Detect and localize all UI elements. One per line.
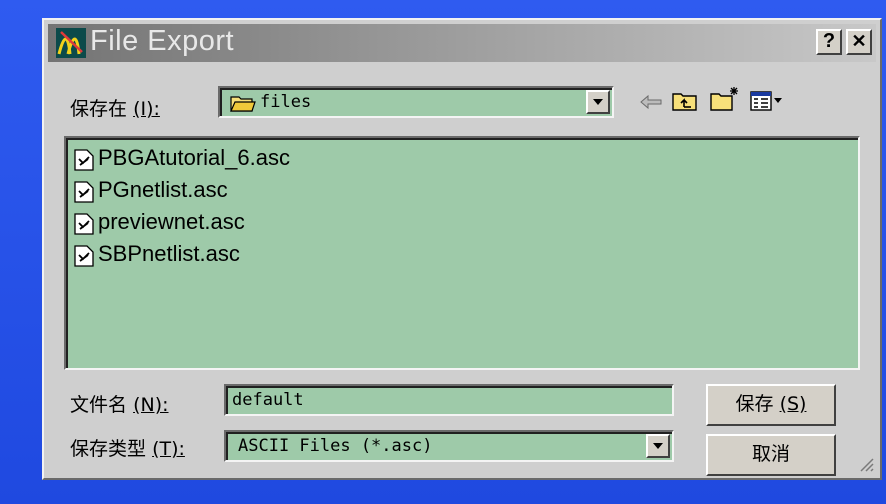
file-name: SBPnetlist.asc <box>98 241 240 266</box>
filetype-accel: (T): <box>152 438 185 460</box>
resize-grip-icon[interactable] <box>858 456 874 472</box>
app-logo-icon <box>56 28 86 58</box>
file-icon <box>74 245 94 267</box>
file-icon <box>74 181 94 203</box>
cancel-button[interactable]: 取消 <box>706 434 836 476</box>
window-title: File Export <box>90 25 235 57</box>
filetype-select[interactable]: ASCII Files (*.asc) <box>224 430 674 462</box>
filename-value: default <box>232 390 304 410</box>
save-in-label-text: 保存在 <box>70 98 128 120</box>
filename-input[interactable]: default <box>224 384 674 416</box>
file-name: PBGAtutorial_6.asc <box>98 145 290 170</box>
chevron-down-icon <box>593 99 603 105</box>
file-name: previewnet.asc <box>98 209 245 234</box>
filename-label-text: 文件名 <box>70 394 128 416</box>
filetype-value: ASCII Files (*.asc) <box>238 436 433 456</box>
save-button-accel: (S) <box>779 393 807 415</box>
folder-icon <box>230 96 256 112</box>
save-in-dropdown-button[interactable] <box>586 90 610 114</box>
save-button[interactable]: 保存 (S) <box>706 384 836 426</box>
save-in-value: files <box>260 92 312 112</box>
filetype-dropdown-button[interactable] <box>646 434 670 458</box>
save-button-label: 保存 <box>735 393 774 415</box>
help-button[interactable]: ? <box>816 29 842 55</box>
view-menu-icon[interactable] <box>750 90 784 112</box>
filename-accel: (N): <box>133 394 169 416</box>
file-icon <box>74 213 94 235</box>
file-icon <box>74 149 94 171</box>
file-list[interactable]: PBGAtutorial_6.asc PGnetlist.asc preview… <box>64 136 860 370</box>
save-in-combo[interactable]: files <box>218 86 614 118</box>
up-folder-icon[interactable] <box>672 90 698 112</box>
new-folder-icon[interactable] <box>710 86 740 112</box>
save-in-accel: (I): <box>133 98 160 120</box>
filetype-label-text: 保存类型 <box>70 438 147 460</box>
chevron-down-icon <box>653 443 663 449</box>
title-bar[interactable]: File Export ? ✕ <box>48 24 876 62</box>
file-name: PGnetlist.asc <box>98 177 228 202</box>
file-export-dialog: File Export ? ✕ 保存在 (I): files PBGAtutor… <box>42 18 882 480</box>
close-button[interactable]: ✕ <box>846 29 872 55</box>
back-arrow-icon[interactable] <box>640 94 662 110</box>
filetype-label: 保存类型 (T): <box>70 434 185 461</box>
filename-label: 文件名 (N): <box>70 390 169 417</box>
save-in-label: 保存在 (I): <box>70 94 160 121</box>
